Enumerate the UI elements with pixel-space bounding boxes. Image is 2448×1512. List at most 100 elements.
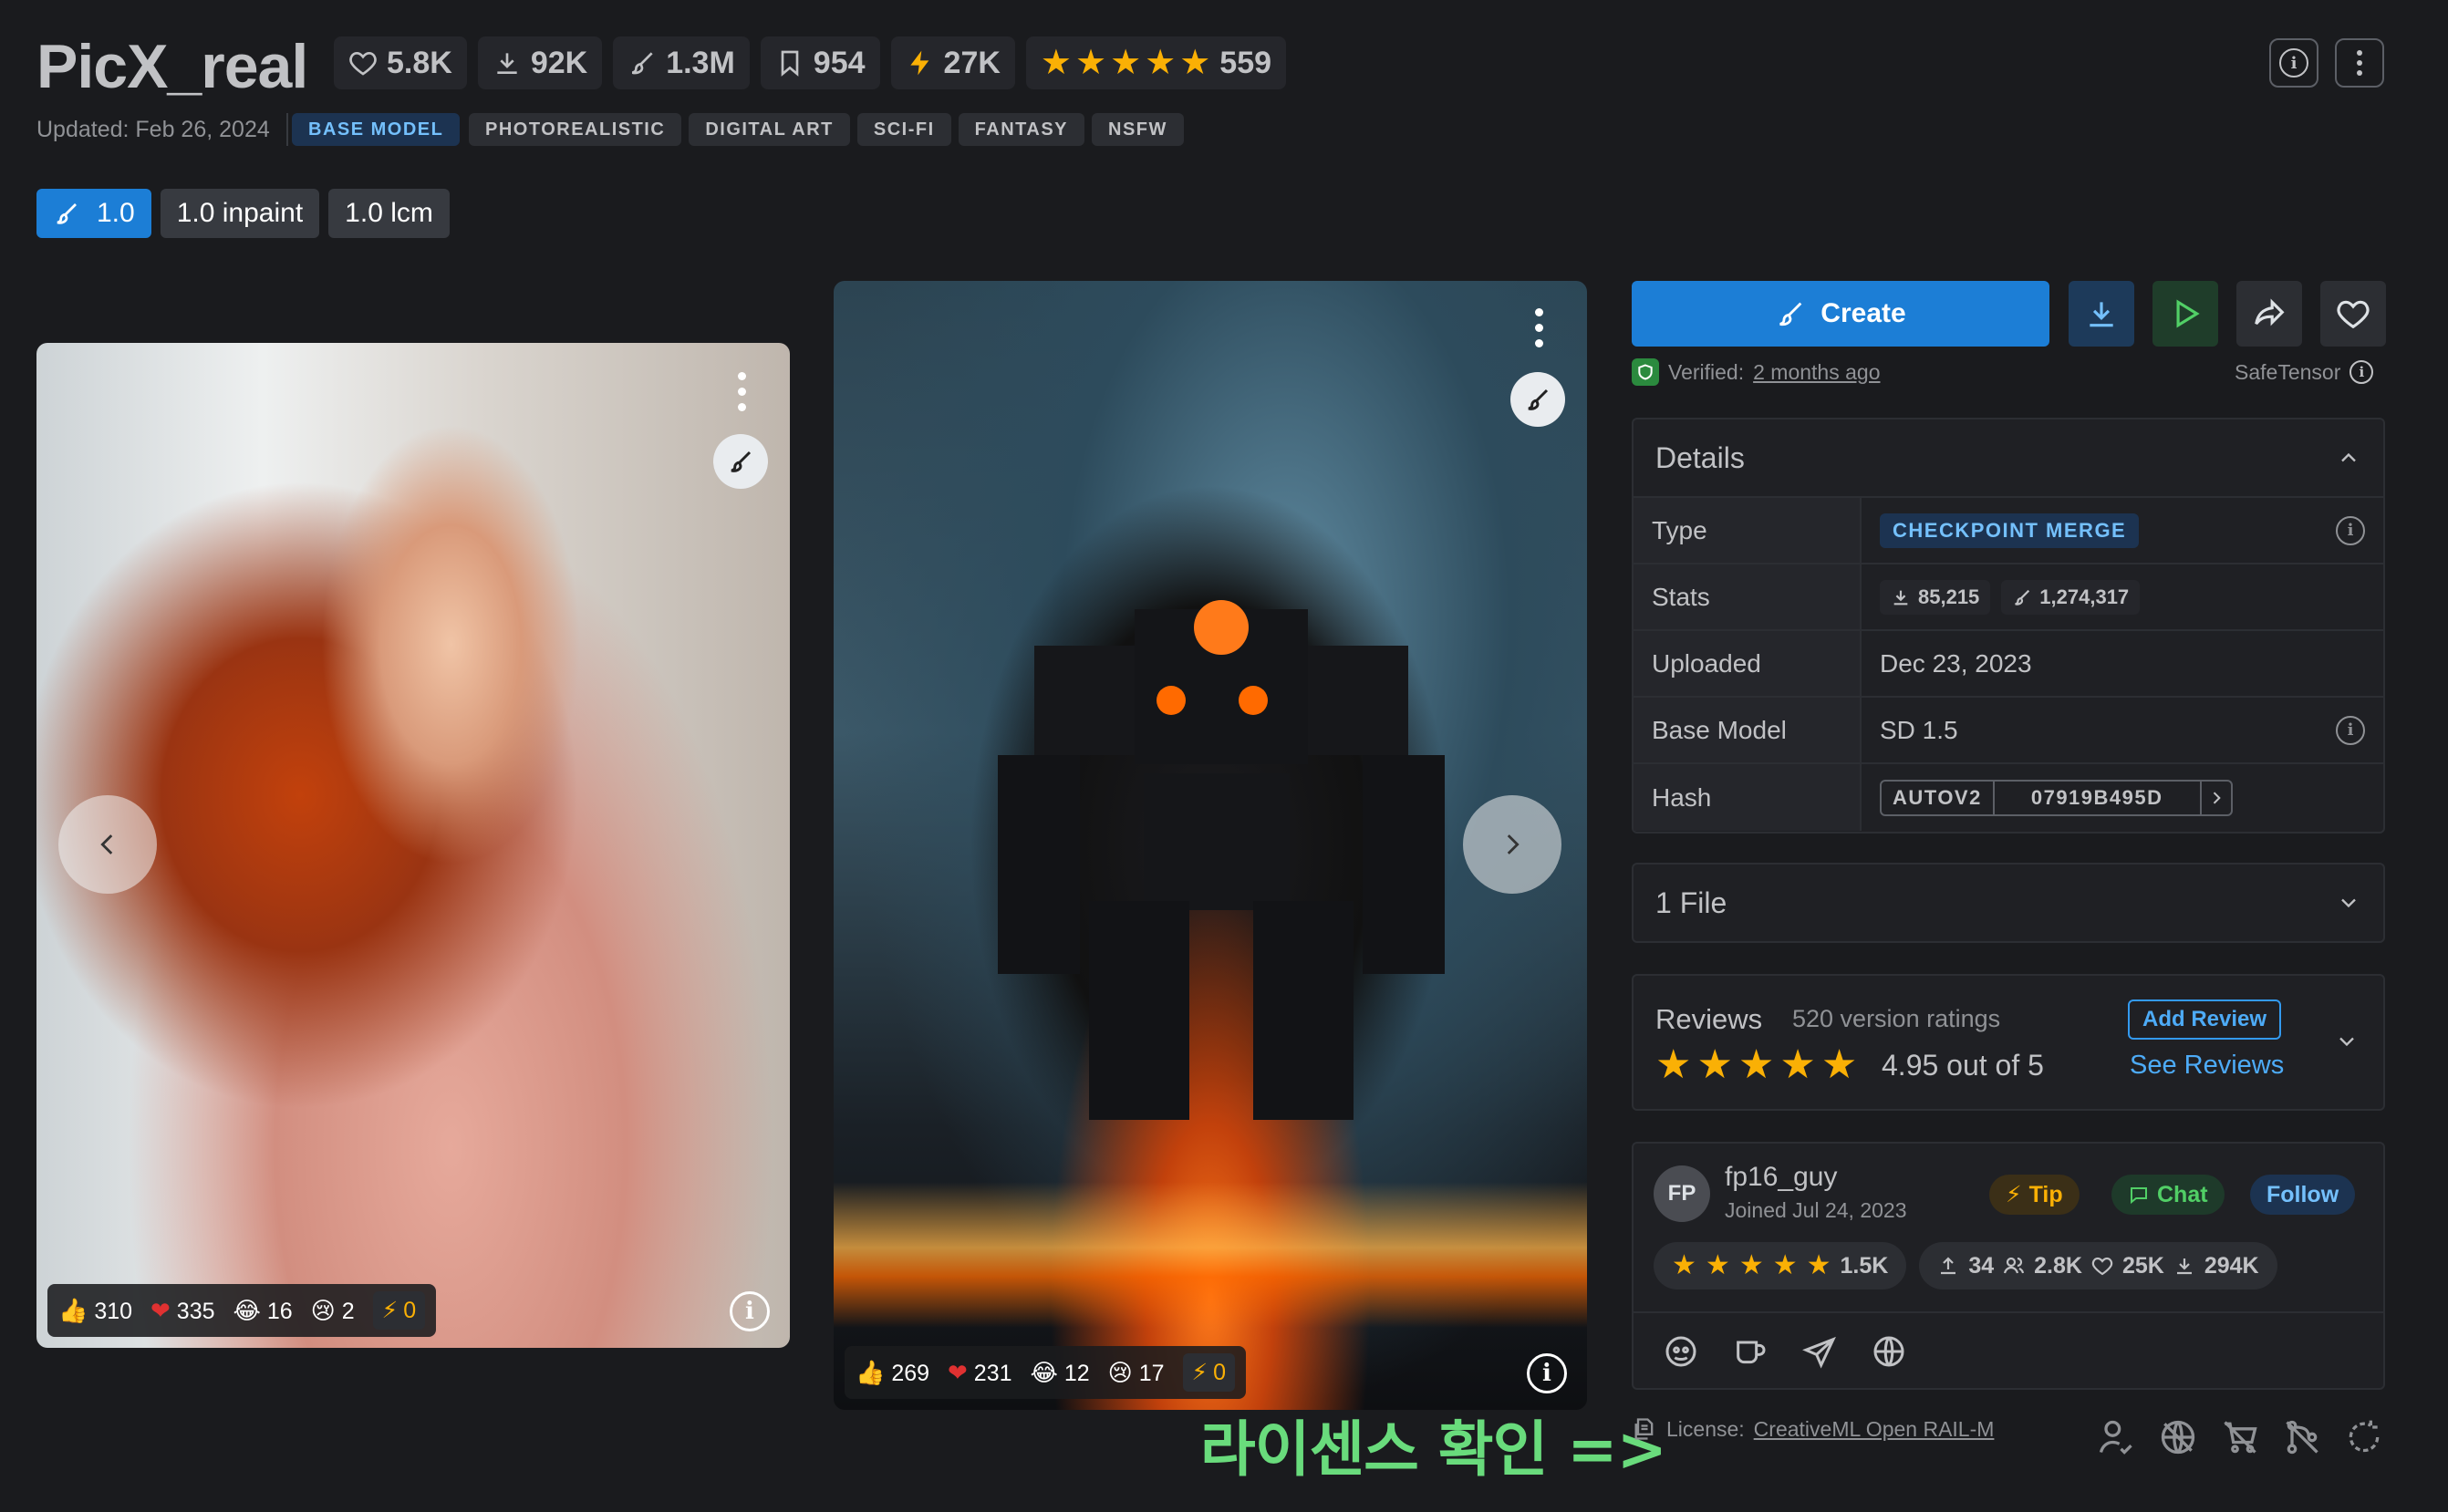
hash-next-button[interactable] <box>2202 782 2231 814</box>
add-review-button[interactable]: Add Review <box>2128 999 2282 1040</box>
ko-fi-icon[interactable] <box>1732 1333 1769 1370</box>
upload-icon <box>1941 1257 1956 1275</box>
generations-count: 1.3M <box>666 45 735 80</box>
create-label: Create <box>1820 298 1906 328</box>
row-label: Hash <box>1634 764 1862 831</box>
more-options-button[interactable] <box>2335 38 2384 88</box>
license-link[interactable]: CreativeML Open RAIL-M <box>1754 1417 1995 1442</box>
star-icon: ★ <box>1655 1042 1692 1087</box>
reviews-title: Reviews <box>1655 1003 1763 1035</box>
safetensor-label: SafeTensor <box>2235 360 2341 384</box>
github-icon[interactable] <box>1663 1333 1699 1370</box>
chevron-right-icon <box>1507 834 1520 854</box>
run-button[interactable] <box>2152 281 2218 347</box>
tag-photorealistic[interactable]: PHOTOREALISTIC <box>469 113 682 146</box>
gallery-prev-button[interactable] <box>58 795 157 894</box>
telegram-icon[interactable] <box>1801 1333 1838 1370</box>
details-row-stats: Stats 85,215 1,274,317 <box>1634 564 2383 631</box>
tag-fantasy[interactable]: FANTASY <box>958 113 1085 146</box>
laugh-reaction[interactable]: 😂 12 <box>1031 1359 1090 1387</box>
star-icon: ★ <box>1040 44 1072 82</box>
star-icon: ★ <box>1110 44 1142 82</box>
cry-reaction[interactable]: 😢 17 <box>1108 1359 1165 1387</box>
no-sell-online-icon[interactable] <box>2158 1417 2198 1457</box>
star-icon: ★ <box>1179 44 1211 82</box>
gallery-next-button[interactable] <box>1463 795 1561 894</box>
reaction-count: 16 <box>266 1298 293 1324</box>
thumbs-up-reaction[interactable]: 👍 269 <box>856 1359 929 1387</box>
hash-value[interactable]: 07919B495D <box>1995 781 2202 814</box>
laugh-icon: 😂 <box>233 1296 261 1324</box>
image-info-icon[interactable]: i <box>1527 1353 1567 1393</box>
remix-button[interactable] <box>1510 372 1565 427</box>
tag-sci-fi[interactable]: SCI-FI <box>856 113 951 146</box>
no-modify-icon[interactable] <box>2344 1417 2384 1457</box>
creator-name[interactable]: fp16_guy <box>1725 1162 1837 1193</box>
no-merge-icon[interactable] <box>2282 1417 2322 1457</box>
follow-label: Follow <box>2266 1181 2339 1207</box>
globe-icon[interactable] <box>1871 1333 1907 1370</box>
verified-status: Verified: 2 months ago <box>1632 357 1880 387</box>
version-tab-1-0[interactable]: 1.0 <box>36 189 151 238</box>
heart-reaction[interactable]: ❤ 335 <box>150 1297 214 1325</box>
info-button[interactable]: i <box>2269 38 2318 88</box>
favorite-button[interactable] <box>2320 281 2386 347</box>
bookmarks-count: 954 <box>813 45 866 80</box>
star-icon: ★ <box>1779 1042 1816 1087</box>
tip-button[interactable]: ⚡ Tip <box>1989 1175 2080 1215</box>
tag-nsfw[interactable]: NSFW <box>1092 113 1184 146</box>
info-icon[interactable]: i <box>2336 515 2365 545</box>
likes-stat[interactable]: 5.8K <box>334 36 467 89</box>
uploaded-value: Dec 23, 2023 <box>1880 648 2032 678</box>
chevron-down-icon[interactable] <box>2334 1029 2360 1054</box>
cry-reaction[interactable]: 😢 2 <box>311 1297 355 1325</box>
base-model-tag[interactable]: BASE MODEL <box>292 113 461 146</box>
image-info-icon[interactable]: i <box>730 1291 770 1331</box>
laugh-reaction[interactable]: 😂 16 <box>233 1297 293 1325</box>
bookmarks-stat[interactable]: 954 <box>760 36 880 89</box>
avatar[interactable]: FP <box>1654 1165 1710 1222</box>
buzz-tip-reaction[interactable]: ⚡ 0 <box>372 1291 426 1330</box>
bolt-icon: ⚡ <box>2006 1182 2022 1207</box>
gallery-image-portrait[interactable]: 👍 310 ❤ 335 😂 16 😢 2 ⚡ 0 i <box>36 343 790 1348</box>
buzz-tip-reaction[interactable]: ⚡ 0 <box>1182 1353 1236 1392</box>
chat-button[interactable]: Chat <box>2111 1175 2225 1215</box>
brush-icon <box>731 450 752 472</box>
tag-list: PHOTOREALISTIC DIGITAL ART SCI-FI FANTAS… <box>469 113 1184 146</box>
no-commercial-icon[interactable] <box>2220 1417 2260 1457</box>
files-accordion[interactable]: 1 File <box>1632 863 2385 943</box>
tag-digital-art[interactable]: DIGITAL ART <box>689 113 850 146</box>
hash-type-toggle[interactable]: AUTOV2 <box>1882 781 1995 814</box>
follow-button[interactable]: Follow <box>2250 1175 2356 1215</box>
reviews-count: 520 version ratings <box>1792 1005 2001 1032</box>
create-button[interactable]: Create <box>1632 281 2049 347</box>
verified-time-link[interactable]: 2 months ago <box>1753 357 1880 387</box>
thumbs-up-reaction[interactable]: 👍 310 <box>58 1297 132 1325</box>
see-reviews-link[interactable]: See Reviews <box>2130 1051 2284 1081</box>
image-menu-button[interactable] <box>1533 308 1544 347</box>
image-menu-button[interactable] <box>736 372 747 411</box>
download-button[interactable] <box>2069 281 2134 347</box>
version-tab-1-0-lcm[interactable]: 1.0 lcm <box>328 189 450 238</box>
safetensor-info[interactable]: SafeTensor i <box>2235 357 2374 387</box>
details-heading: Details <box>1655 440 1745 474</box>
share-button[interactable] <box>2236 281 2302 347</box>
chevron-left-icon <box>100 834 113 854</box>
details-header[interactable]: Details <box>1634 419 2383 498</box>
social-links <box>1663 1333 1907 1370</box>
creator-stats: ★ ★ ★ ★ ★ 1.5K 34 2.8K 25K 294K <box>1654 1242 2277 1289</box>
heart-reaction[interactable]: ❤ 231 <box>948 1359 1011 1387</box>
version-tab-1-0-inpaint[interactable]: 1.0 inpaint <box>160 189 320 238</box>
buzz-stat[interactable]: 27K <box>890 36 1015 89</box>
reaction-count: 269 <box>891 1360 930 1386</box>
credit-required-icon[interactable] <box>2096 1417 2136 1457</box>
remix-button[interactable] <box>713 434 768 489</box>
info-icon[interactable]: i <box>2336 715 2365 745</box>
rating-count: 559 <box>1219 45 1272 80</box>
creator-joined: Joined Jul 24, 2023 <box>1725 1198 1907 1222</box>
vertical-dots-icon <box>2357 50 2362 76</box>
rating-stat[interactable]: ★ ★ ★ ★ ★ 559 <box>1025 36 1287 89</box>
gallery-image-robot[interactable]: 👍 269 ❤ 231 😂 12 😢 17 ⚡ 0 i <box>834 281 1587 1410</box>
reaction-count: 2 <box>341 1298 355 1324</box>
downloads-stat-badge: 85,215 <box>1880 579 1991 615</box>
